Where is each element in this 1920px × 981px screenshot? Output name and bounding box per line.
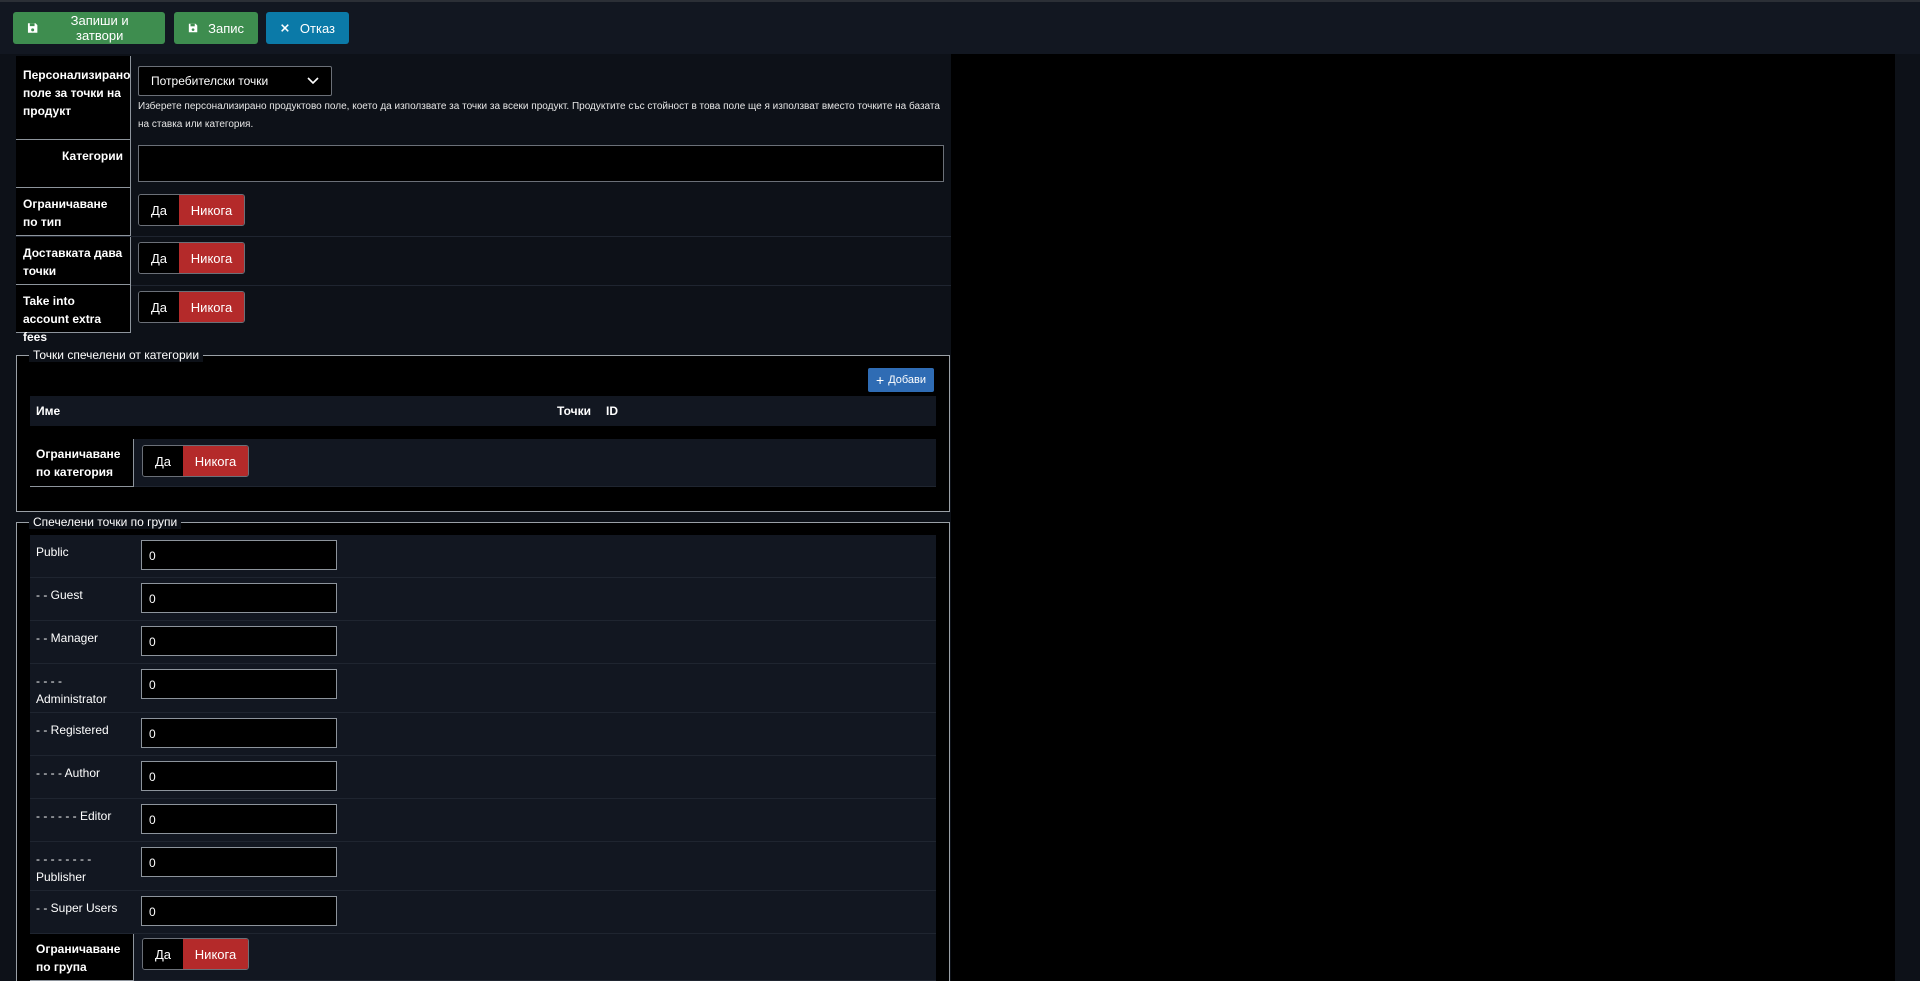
group-points-input[interactable]: 0 [141, 669, 337, 699]
group-points-input[interactable]: 0 [141, 718, 337, 748]
group-points-input[interactable]: 0 [141, 583, 337, 613]
extra-fees-toggle[interactable]: Да Никога [138, 291, 245, 323]
custom-field-select[interactable]: Потребителски точки [138, 66, 332, 96]
cancel-button[interactable]: Отказ [266, 12, 349, 44]
shipping-points-label: Доставката дава точки [16, 237, 131, 285]
save-icon [27, 23, 38, 33]
group-points-input[interactable]: 0 [141, 540, 337, 570]
group-row-label: - - - - - - Editor [36, 809, 112, 823]
custom-field-description: Изберете персонализирано продуктово поле… [138, 101, 940, 130]
group-points-input[interactable]: 0 [141, 761, 337, 791]
group-row-label: - - - - - - - - Publisher [36, 852, 92, 884]
plus-icon: + [876, 372, 885, 388]
save-icon [188, 23, 198, 33]
group-row-label: - - - - Author [36, 766, 101, 780]
close-icon [281, 24, 289, 32]
restrict-group-toggle[interactable]: Да Никога [142, 938, 249, 970]
chevron-down-icon [307, 77, 319, 85]
category-points-fieldset: Точки спечелени от категории [16, 348, 950, 512]
group-row: - - Manager 0 [30, 621, 936, 664]
categories-input[interactable] [138, 145, 944, 182]
group-row: - - Super Users 0 [30, 891, 936, 934]
scrollbar[interactable] [1895, 54, 1920, 981]
custom-field-label: Персонализирано поле за точки на продукт [16, 56, 131, 140]
save-and-close-button[interactable]: Запиши и затвори [13, 12, 165, 44]
group-points-legend: Спечелени точки по групи [29, 515, 182, 529]
restrict-category-toggle[interactable]: Да Никога [142, 445, 249, 477]
extra-fees-yes[interactable]: Да [139, 292, 179, 322]
save-and-close-label: Запиши и затвори [70, 13, 129, 43]
group-row-label: - - - - Administrator [36, 674, 107, 706]
group-row: - - - - Author 0 [30, 756, 936, 799]
restrict-category-yes[interactable]: Да [143, 446, 183, 476]
extra-fees-label: Take into account extra fees [16, 285, 131, 344]
empty-panel [951, 54, 1895, 981]
restrict-group-never[interactable]: Никога [183, 939, 248, 969]
group-row: - - - - - - Editor 0 [30, 799, 936, 842]
custom-field-selected: Потребителски точки [151, 74, 269, 88]
group-row: - - Guest 0 [30, 578, 936, 621]
cancel-label: Отказ [299, 20, 335, 36]
toolbar: Запиши и затвори Запис Отказ [0, 0, 1920, 54]
add-category-button[interactable]: + Добави [868, 368, 935, 392]
restrict-category-never[interactable]: Никога [183, 446, 248, 476]
restrict-category-label: Ограничаване по категория [30, 439, 134, 487]
category-table-header: Име Точки ID [30, 396, 936, 426]
group-row: - - - - Administrator 0 [30, 664, 936, 713]
group-row-label: - - Guest [36, 588, 83, 602]
group-row: - - - - - - - - Publisher 0 [30, 842, 936, 891]
group-points-input[interactable]: 0 [141, 804, 337, 834]
restrict-type-never[interactable]: Никога [179, 195, 244, 225]
restrict-type-yes[interactable]: Да [139, 195, 179, 225]
column-id: ID [606, 404, 618, 418]
group-points-input[interactable]: 0 [141, 626, 337, 656]
restrict-group-label: Ограничаване по група [30, 934, 134, 981]
column-name: Име [36, 404, 61, 418]
save-button[interactable]: Запис [174, 12, 258, 44]
form-area: Персонализирано поле за точки на продукт… [0, 54, 951, 981]
group-row-label: - - Registered [36, 723, 109, 737]
shipping-points-never[interactable]: Никога [179, 243, 244, 273]
restrict-type-label: Ограничаване по тип [16, 188, 131, 236]
column-points: Точки [557, 404, 591, 418]
group-row: Public 0 [30, 535, 936, 578]
categories-label: Категории [16, 140, 131, 188]
group-row-label: - - Super Users [36, 901, 118, 915]
group-row: - - Registered 0 [30, 713, 936, 756]
group-row-label: - - Manager [36, 631, 99, 645]
shipping-points-toggle[interactable]: Да Никога [138, 242, 245, 274]
group-row-label: Public [36, 545, 69, 559]
restrict-group-yes[interactable]: Да [143, 939, 183, 969]
restrict-type-toggle[interactable]: Да Никога [138, 194, 245, 226]
group-points-input[interactable]: 0 [141, 896, 337, 926]
group-points-input[interactable]: 0 [141, 847, 337, 877]
add-category-label: Добави [888, 374, 927, 386]
category-points-legend: Точки спечелени от категории [29, 348, 204, 362]
save-label: Запис [208, 20, 244, 36]
extra-fees-never[interactable]: Никога [179, 292, 244, 322]
shipping-points-yes[interactable]: Да [139, 243, 179, 273]
